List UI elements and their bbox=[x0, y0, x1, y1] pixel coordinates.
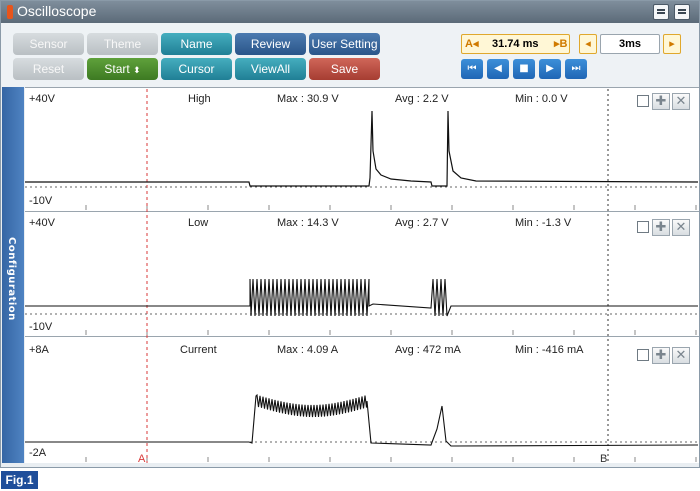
trace-high bbox=[25, 110, 699, 187]
waveform-overlay bbox=[25, 89, 699, 463]
cursor-b-label: B bbox=[600, 453, 608, 465]
cursor-a-label: A bbox=[138, 453, 146, 465]
trace-current bbox=[25, 393, 699, 447]
trace-low bbox=[25, 278, 698, 317]
oscilloscope-window: Oscilloscope Sensor Theme Name Review Us… bbox=[0, 0, 700, 468]
grid-ticks bbox=[85, 205, 697, 462]
figure-label: Fig.1 bbox=[1, 471, 38, 489]
